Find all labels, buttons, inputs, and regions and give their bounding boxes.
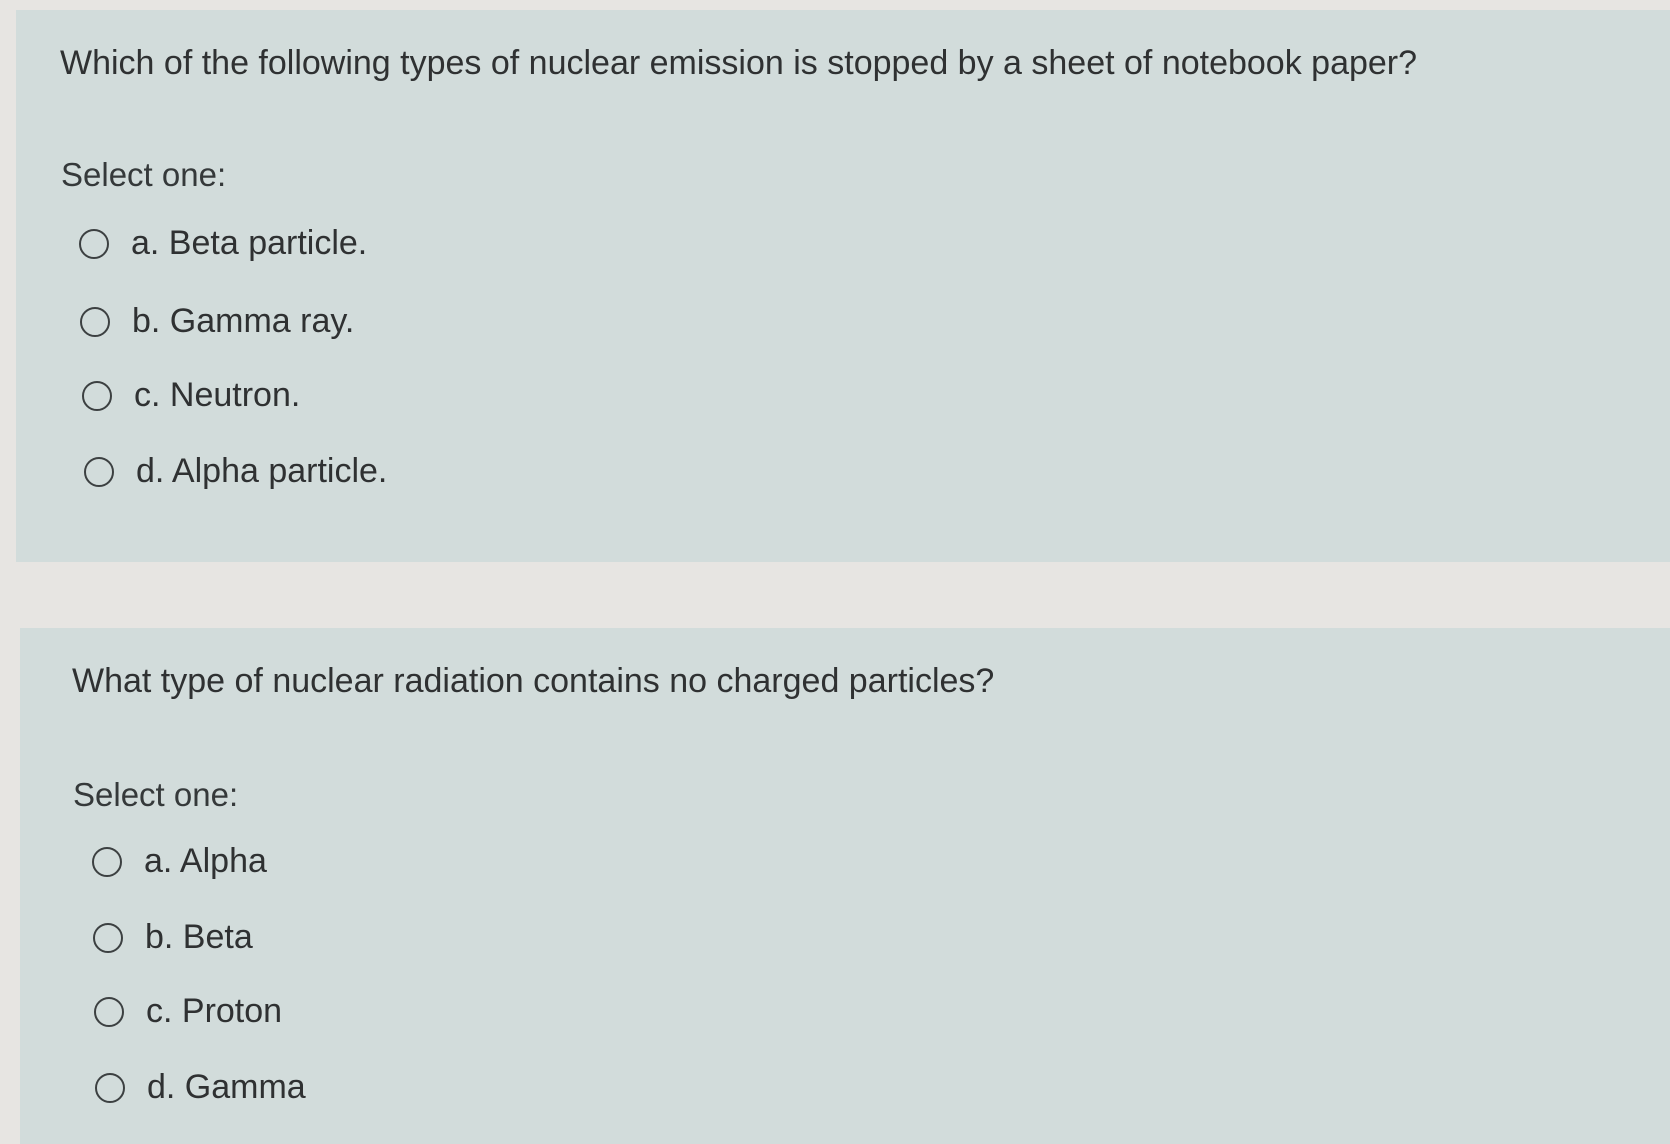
option-label: c. Neutron.	[134, 376, 301, 414]
question-text: Which of the following types of nuclear …	[60, 44, 1418, 82]
radio-button-icon[interactable]	[92, 846, 122, 877]
radio-button-icon[interactable]	[80, 306, 110, 337]
question-card-2: What type of nuclear radiation contains …	[20, 628, 1670, 1144]
radio-button-icon[interactable]	[95, 1072, 125, 1103]
answer-option-a[interactable]: a. Alpha	[92, 842, 267, 881]
radio-button-icon[interactable]	[79, 228, 109, 259]
select-one-label: Select one:	[61, 156, 227, 193]
answer-option-b[interactable]: b. Gamma ray.	[80, 302, 354, 341]
answer-option-a[interactable]: a. Beta particle.	[79, 224, 367, 263]
option-label: d. Gamma	[147, 1068, 306, 1106]
option-label: d. Alpha particle.	[136, 452, 388, 490]
radio-button-icon[interactable]	[93, 922, 123, 953]
answer-option-c[interactable]: c. Proton	[94, 992, 282, 1031]
radio-button-icon[interactable]	[82, 380, 112, 411]
radio-button-icon[interactable]	[84, 456, 114, 487]
answer-option-d[interactable]: d. Gamma	[95, 1068, 306, 1107]
option-label: a. Alpha	[144, 842, 267, 880]
answer-option-b[interactable]: b. Beta	[93, 918, 253, 957]
option-label: a. Beta particle.	[131, 224, 368, 262]
radio-button-icon[interactable]	[94, 996, 124, 1027]
option-label: b. Gamma ray.	[132, 302, 355, 340]
select-one-label: Select one:	[73, 776, 239, 813]
answer-option-d[interactable]: d. Alpha particle.	[84, 452, 387, 491]
question-text: What type of nuclear radiation contains …	[72, 662, 995, 700]
answer-option-c[interactable]: c. Neutron.	[82, 376, 300, 415]
option-label: b. Beta	[145, 918, 253, 956]
option-label: c. Proton	[146, 992, 283, 1030]
question-card-1: Which of the following types of nuclear …	[16, 10, 1670, 562]
